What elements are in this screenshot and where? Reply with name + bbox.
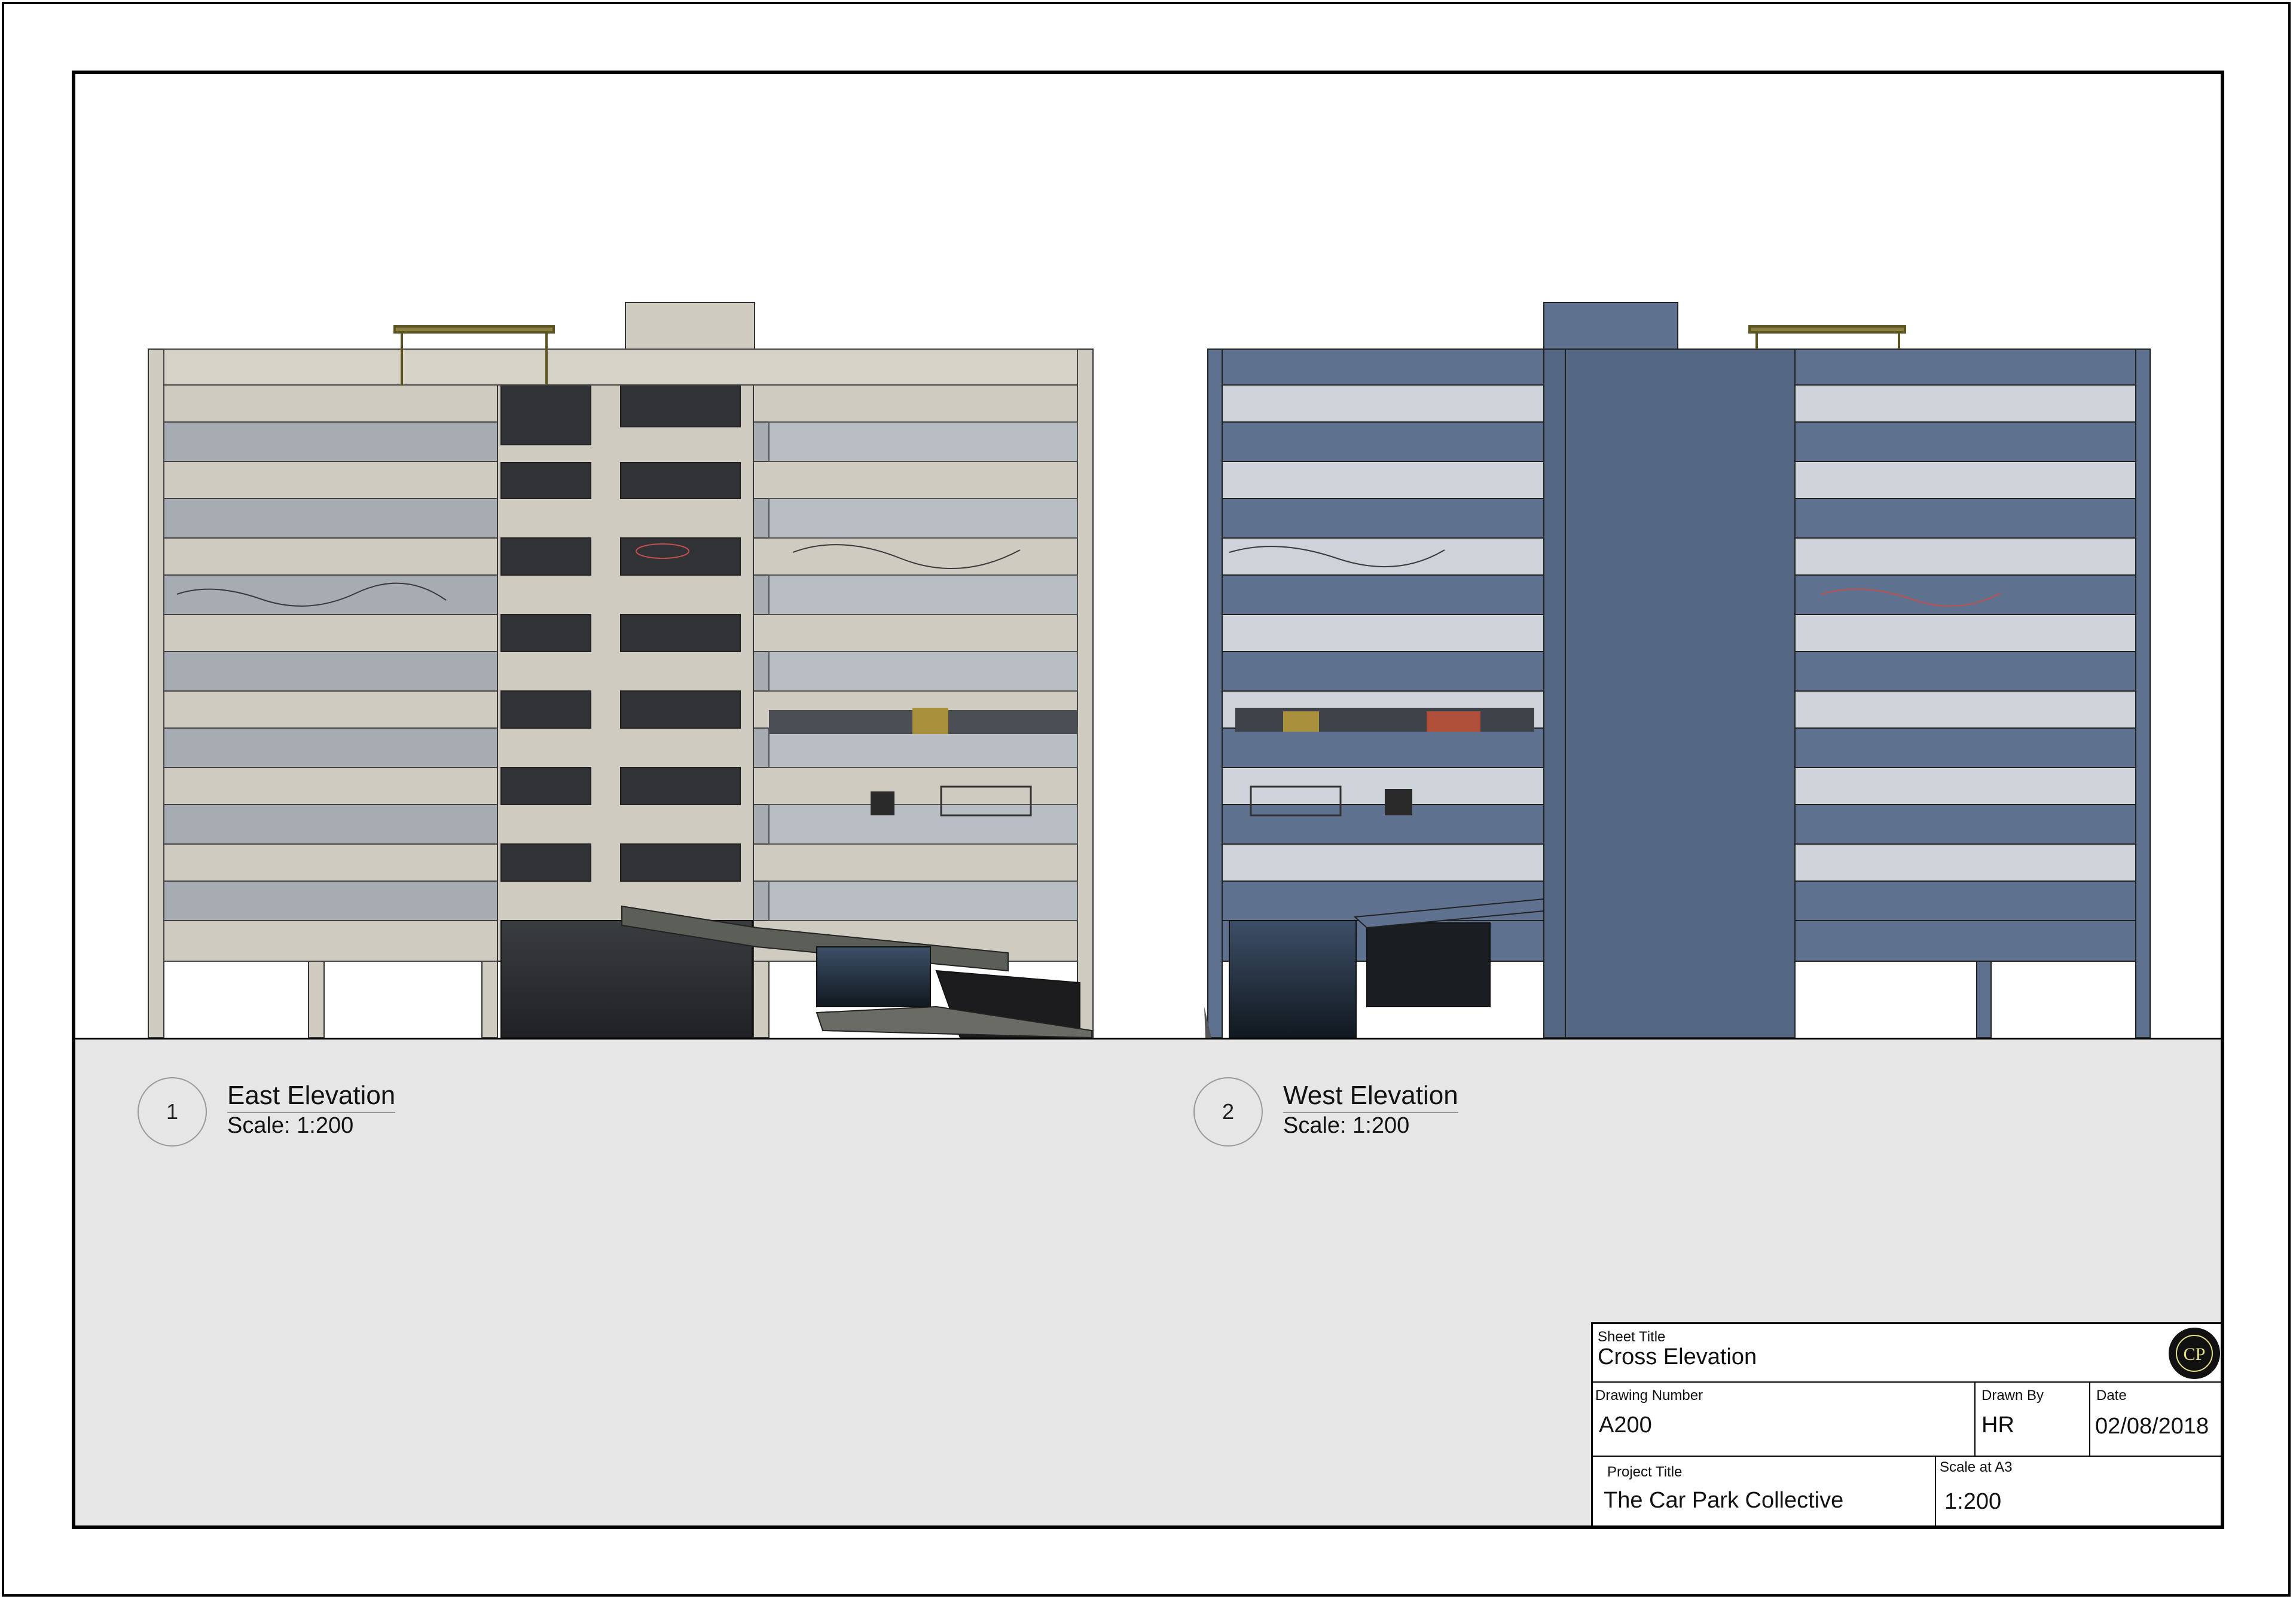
view-scale: Scale: 1:200 <box>227 1113 354 1138</box>
date-value: 02/08/2018 <box>2095 1414 2209 1439</box>
west-roof-plant <box>1543 302 1678 350</box>
drawing-number-label: Drawing Number <box>1595 1387 1703 1404</box>
east-column <box>1077 348 1094 1038</box>
east-column <box>148 348 164 1038</box>
project-title-label: Project Title <box>1607 1464 1683 1480</box>
east-roof-plant <box>625 302 755 350</box>
view-number-circle: 1 <box>138 1077 207 1147</box>
elevations-svg <box>148 302 2151 1039</box>
west-base-volume <box>1366 922 1491 1007</box>
sheet-title-label: Sheet Title <box>1598 1329 1666 1345</box>
cpc-logo-icon: CP <box>2169 1328 2220 1379</box>
scale-label: Scale at A3 <box>1940 1459 2013 1475</box>
sheet-title: Cross Elevation <box>1598 1344 1757 1369</box>
view-scale: Scale: 1:200 <box>1283 1113 1410 1138</box>
title-block: Sheet Title Cross Elevation CP Drawing N… <box>1591 1322 2221 1525</box>
drawing-frame: 1 East Elevation Scale: 1:200 2 West Ele… <box>72 71 2224 1529</box>
west-elevation-drawing <box>1204 302 2151 1038</box>
date-label: Date <box>2096 1387 2127 1404</box>
view-title: West Elevation <box>1283 1081 1458 1113</box>
west-column <box>1207 348 1223 1038</box>
east-parapet <box>163 348 1078 386</box>
scale-value: 1:200 <box>1944 1489 2002 1514</box>
west-core <box>1543 348 1796 1038</box>
drawn-by: HR <box>1981 1413 2014 1438</box>
west-roof-canopy <box>1748 325 1906 349</box>
project-title: The Car Park Collective <box>1604 1488 1844 1513</box>
drawing-number: A200 <box>1599 1413 1652 1438</box>
east-elevation-drawing <box>148 302 1094 1039</box>
drawn-by-label: Drawn By <box>1981 1387 2044 1404</box>
view-number-circle: 2 <box>1193 1077 1263 1147</box>
svg-text:CP: CP <box>2184 1344 2206 1364</box>
west-base-volume <box>1229 920 1357 1038</box>
west-column <box>2135 348 2151 1038</box>
east-ramp-block <box>816 946 931 1007</box>
view-title: East Elevation <box>227 1081 396 1113</box>
